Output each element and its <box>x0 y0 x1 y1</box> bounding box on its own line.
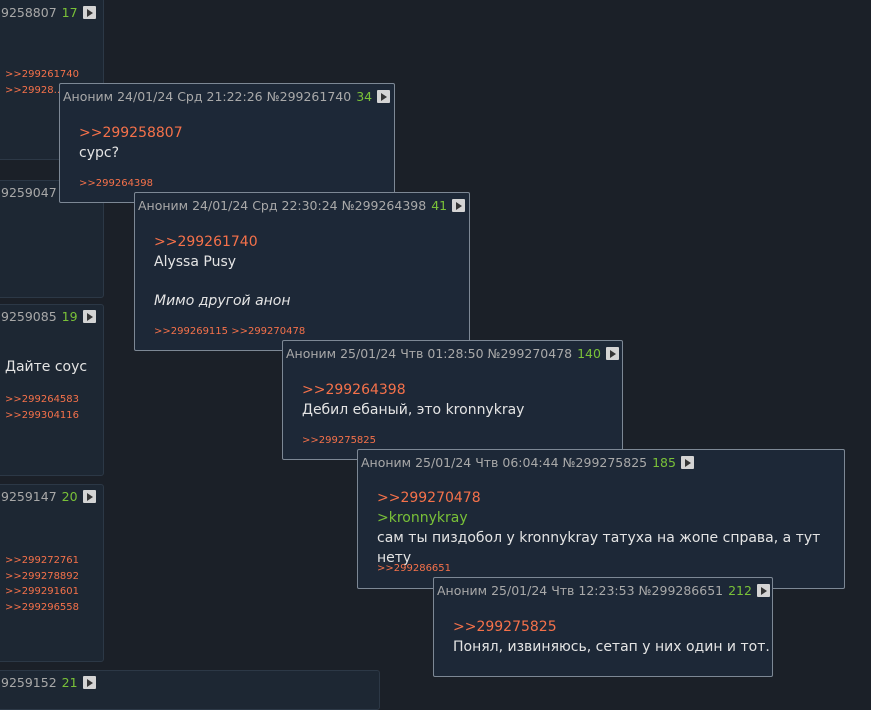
post-header: Аноним 24/01/24 Срд 22:30:24 №299264398 4… <box>138 198 466 213</box>
post-replies: >>299272761 >>299278892 >>299291601 >>29… <box>5 553 79 615</box>
replies-line[interactable]: >>299264398 <box>79 178 153 189</box>
post-counter: 185 <box>652 455 676 470</box>
post-counter: 140 <box>577 346 601 361</box>
message-line: Дебил ебаный, это kronnykray <box>302 402 525 418</box>
post-header: 9259152 21 <box>1 675 96 690</box>
message-line: сам ты пиздобол у kronnykray татуха на ж… <box>377 530 821 566</box>
quote-link[interactable]: >>299264398 <box>302 380 524 400</box>
author-name: Аноним <box>437 583 488 598</box>
post-header: 9258807 17 <box>1 5 96 20</box>
reply-link[interactable]: >>299261740 <box>5 67 79 83</box>
thread-post: 9259152 21 <box>0 670 380 710</box>
post-counter: 34 <box>356 89 373 104</box>
post-date: 24/01/24 Срд 22:30:24 <box>192 198 338 213</box>
message-line: сурс? <box>79 145 119 161</box>
post-number[interactable]: №299286651 <box>639 583 724 598</box>
post-date: 25/01/24 Чтв 12:23:53 <box>491 583 635 598</box>
reply-popup: Аноним 25/01/24 Чтв 01:28:50 №299270478 1… <box>282 340 623 460</box>
quote-link[interactable]: >>299261740 <box>154 232 291 252</box>
post-header: Аноним 25/01/24 Чтв 12:23:53 №299286651 2… <box>437 583 770 598</box>
play-icon[interactable] <box>377 90 391 103</box>
post-number[interactable]: №299264398 <box>342 198 427 213</box>
post-replies: >>299264583 >>299304116 <box>5 392 79 423</box>
greentext: >kronnykray <box>377 510 468 526</box>
post-number[interactable]: №299270478 <box>488 346 573 361</box>
play-icon[interactable] <box>756 584 770 597</box>
reply-popup: Аноним 24/01/24 Срд 22:30:24 №299264398 4… <box>134 192 470 351</box>
message-line: Понял, извиняюсь, сетап у них один и тот… <box>453 639 770 655</box>
reply-link[interactable]: >>299272761 <box>5 553 79 569</box>
reply-link[interactable]: >>299291601 <box>5 584 79 600</box>
post-message: >>299264398 Дебил ебаный, это kronnykray <box>302 380 524 420</box>
post-message: >>299258807 сурс? <box>79 123 183 163</box>
post-date: 24/01/24 Срд 21:22:26 <box>117 89 263 104</box>
message-line: Мимо другой анон <box>154 293 291 309</box>
post-counter: 212 <box>728 583 752 598</box>
reply-link[interactable]: >>299304116 <box>5 408 79 424</box>
post-header: Аноним 24/01/24 Срд 21:22:26 №299261740 3… <box>63 89 391 104</box>
thread-post: 9259147 20 >>299272761 >>299278892 >>2992… <box>0 484 104 662</box>
play-icon[interactable] <box>452 199 466 212</box>
post-header: 9259085 19 <box>1 309 96 324</box>
author-name: Аноним <box>361 455 412 470</box>
post-message: >>299261740 Alyssa Pusy Мимо другой анон <box>154 232 291 311</box>
reply-link[interactable]: >>299264583 <box>5 392 79 408</box>
reply-popup: Аноним 25/01/24 Чтв 12:23:53 №299286651 2… <box>433 577 773 677</box>
post-header: Аноним 25/01/24 Чтв 01:28:50 №299270478 1… <box>286 346 619 361</box>
author-name: Аноним <box>138 198 189 213</box>
play-icon[interactable] <box>605 347 619 360</box>
post-date: 25/01/24 Чтв 01:28:50 <box>340 346 484 361</box>
post-header: Аноним 25/01/24 Чтв 06:04:44 №299275825 1… <box>361 455 694 470</box>
thread-post: 9259085 19 Дайте соус >>299264583 >>29930… <box>0 304 104 476</box>
post-message: >>299270478 >kronnykray сам ты пиздобол … <box>377 488 844 568</box>
reply-link[interactable]: >>299278892 <box>5 569 79 585</box>
play-icon[interactable] <box>82 676 96 689</box>
play-icon[interactable] <box>82 490 96 503</box>
quote-link[interactable]: >>299275825 <box>453 617 770 637</box>
quote-link[interactable]: >>299258807 <box>79 123 183 143</box>
quote-link[interactable]: >>299270478 <box>377 488 844 508</box>
post-text: Дайте соус <box>5 359 88 375</box>
reply-popup: Аноним 24/01/24 Срд 21:22:26 №299261740 3… <box>59 83 395 203</box>
message-line: Alyssa Pusy <box>154 254 237 270</box>
play-icon[interactable] <box>82 6 96 19</box>
play-icon[interactable] <box>680 456 694 469</box>
post-message: >>299275825 Понял, извиняюсь, сетап у ни… <box>453 617 770 657</box>
author-name: Аноним <box>286 346 337 361</box>
post-header: 9259147 20 <box>1 489 96 504</box>
post-number[interactable]: №299275825 <box>563 455 648 470</box>
reply-link[interactable]: >>299296558 <box>5 600 79 616</box>
replies-line[interactable]: >>299269115 >>299270478 <box>154 326 305 337</box>
replies-line[interactable]: >>299286651 <box>377 563 451 574</box>
reply-popup: Аноним 25/01/24 Чтв 06:04:44 №299275825 1… <box>357 449 845 589</box>
post-counter: 41 <box>431 198 448 213</box>
author-name: Аноним <box>63 89 114 104</box>
replies-line[interactable]: >>299275825 <box>302 435 376 446</box>
play-icon[interactable] <box>82 310 96 323</box>
post-date: 25/01/24 Чтв 06:04:44 <box>415 455 559 470</box>
post-number[interactable]: №299261740 <box>267 89 352 104</box>
